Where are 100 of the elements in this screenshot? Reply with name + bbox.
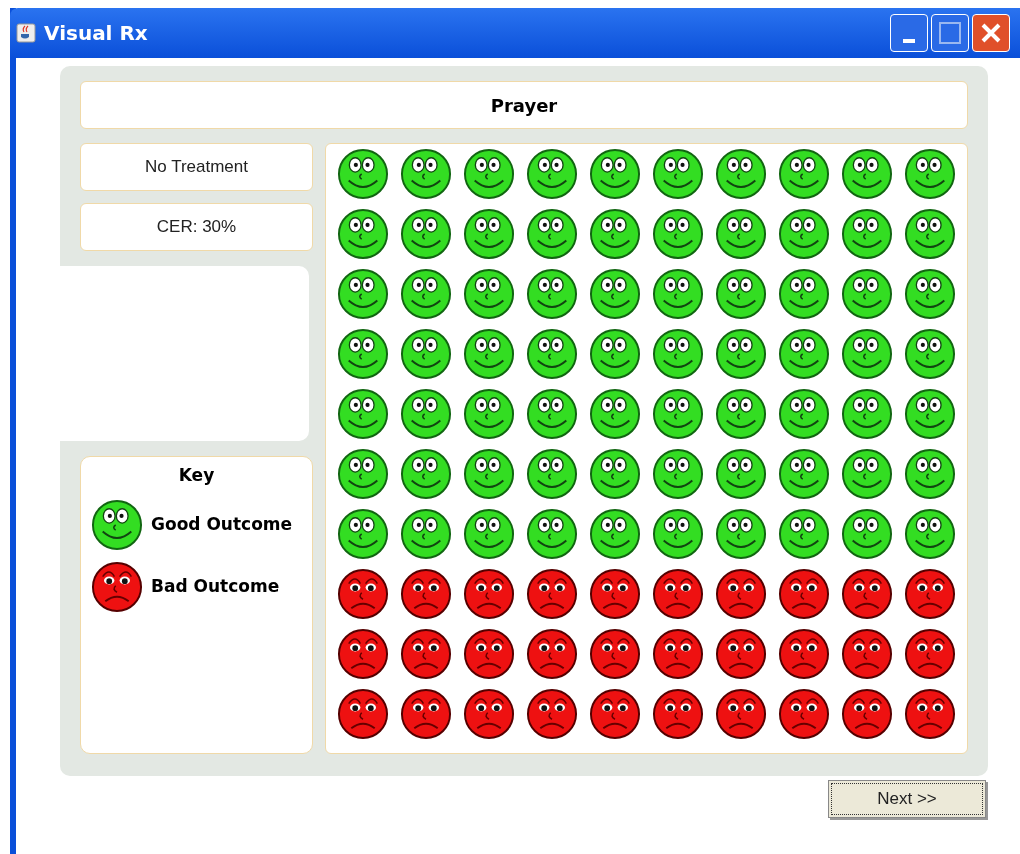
smiley-face-icon [841, 448, 894, 500]
smiley-face-icon [462, 268, 515, 320]
smiley-face-icon [778, 508, 831, 560]
smiley-face-icon [841, 388, 894, 440]
smiley-face-icon [778, 268, 831, 320]
smiley-face-icon [399, 328, 452, 380]
frowning-face-icon [841, 628, 894, 680]
frowning-face-icon [652, 628, 705, 680]
smiley-face-icon [904, 388, 957, 440]
group-label: No Treatment [80, 143, 313, 191]
smiley-face-icon [652, 208, 705, 260]
frowning-face-icon [715, 628, 768, 680]
smiley-face-icon [525, 268, 578, 320]
smiley-face-icon [715, 328, 768, 380]
smiley-face-icon [904, 208, 957, 260]
smiley-face-icon [715, 388, 768, 440]
frowning-face-icon [652, 568, 705, 620]
smiley-face-icon [525, 508, 578, 560]
maximize-button[interactable] [931, 14, 969, 52]
frowning-face-icon [715, 688, 768, 740]
key-label: Good Outcome [151, 512, 293, 536]
frowning-face-icon [91, 560, 143, 613]
minimize-button[interactable] [890, 14, 928, 52]
smiley-face-icon [399, 268, 452, 320]
smiley-face-icon [652, 268, 705, 320]
maximize-icon [939, 22, 961, 44]
smiley-face-icon [91, 498, 143, 551]
smiley-face-icon [652, 388, 705, 440]
smiley-face-icon [715, 508, 768, 560]
smiley-face-icon [588, 508, 641, 560]
smiley-face-icon [588, 208, 641, 260]
frowning-face-icon [399, 688, 452, 740]
smiley-face-icon [399, 208, 452, 260]
smiley-face-icon [399, 148, 452, 200]
smiley-face-icon [652, 508, 705, 560]
frowning-face-icon [778, 568, 831, 620]
next-button[interactable]: Next >> [828, 780, 986, 818]
frowning-face-icon [715, 568, 768, 620]
window-title: Visual Rx [44, 20, 148, 47]
frowning-face-icon [462, 568, 515, 620]
smiley-face-icon [588, 388, 641, 440]
smiley-face-icon [462, 208, 515, 260]
smiley-face-icon [904, 448, 957, 500]
smiley-face-icon [399, 448, 452, 500]
frowning-face-icon [525, 628, 578, 680]
key-title: Key [178, 464, 215, 487]
frowning-face-icon [525, 568, 578, 620]
key-label: Bad Outcome [151, 574, 280, 598]
smiley-face-icon [778, 328, 831, 380]
frowning-face-icon [904, 628, 957, 680]
smiley-face-icon [525, 208, 578, 260]
smiley-face-icon [525, 448, 578, 500]
frowning-face-icon [904, 568, 957, 620]
frowning-face-icon [462, 688, 515, 740]
frowning-face-icon [778, 688, 831, 740]
frowning-face-icon [841, 568, 894, 620]
smiley-face-icon [652, 148, 705, 200]
frowning-face-icon [336, 568, 389, 620]
frowning-face-icon [336, 688, 389, 740]
smiley-face-icon [336, 208, 389, 260]
smiley-face-icon [399, 388, 452, 440]
smiley-face-icon [525, 148, 578, 200]
smiley-face-icon [715, 148, 768, 200]
smiley-face-icon [652, 328, 705, 380]
smiley-face-icon [778, 448, 831, 500]
smiley-face-icon [462, 388, 515, 440]
minimize-icon [903, 39, 915, 43]
smiley-face-icon [462, 148, 515, 200]
smiley-face-icon [841, 268, 894, 320]
smiley-face-icon [715, 448, 768, 500]
frowning-face-icon [778, 628, 831, 680]
smiley-face-icon [525, 328, 578, 380]
frowning-face-icon [588, 568, 641, 620]
smiley-face-icon [588, 268, 641, 320]
smiley-face-icon [841, 328, 894, 380]
smiley-face-icon [336, 268, 389, 320]
smiley-face-icon [588, 328, 641, 380]
smiley-face-icon [462, 508, 515, 560]
smiley-face-icon [841, 148, 894, 200]
smiley-face-icon [588, 448, 641, 500]
smiley-face-icon [336, 448, 389, 500]
frowning-face-icon [462, 628, 515, 680]
smiley-face-icon [904, 328, 957, 380]
smiley-face-icon [715, 268, 768, 320]
smiley-face-icon [778, 148, 831, 200]
smiley-face-icon [462, 328, 515, 380]
smiley-face-icon [841, 508, 894, 560]
smiley-face-icon [462, 448, 515, 500]
smiley-face-icon [778, 208, 831, 260]
smiley-face-icon [904, 268, 957, 320]
rate-label: CER: 30% [80, 203, 313, 251]
frowning-face-icon [399, 628, 452, 680]
frowning-face-icon [652, 688, 705, 740]
smiley-face-icon [904, 148, 957, 200]
smiley-face-icon [336, 508, 389, 560]
close-button[interactable] [972, 14, 1010, 52]
smiley-face-icon [399, 508, 452, 560]
frowning-face-icon [841, 688, 894, 740]
smiley-face-icon [336, 328, 389, 380]
close-icon [980, 22, 1002, 44]
